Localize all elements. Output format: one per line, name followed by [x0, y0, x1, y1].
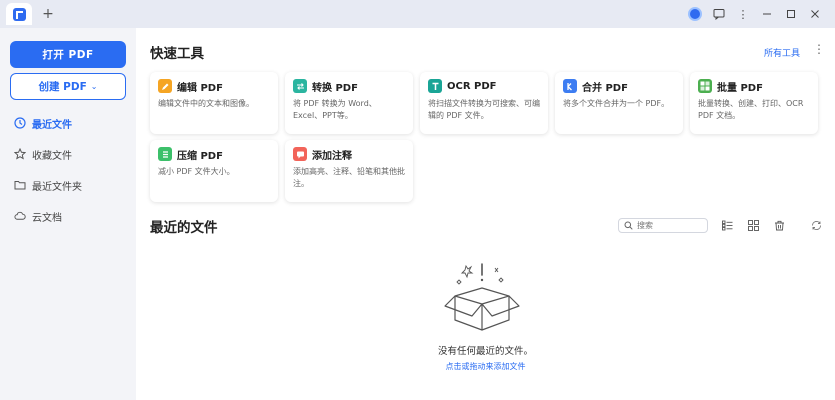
tool-description: 减小 PDF 文件大小。: [158, 167, 235, 176]
ocr-pdf-icon: [428, 79, 442, 93]
title-bar: + ⋮: [0, 0, 835, 28]
new-tab-button[interactable]: +: [39, 5, 57, 23]
tool-title: 压缩 PDF: [177, 150, 223, 162]
tool-description: 将 PDF 转换为 Word、Excel、PPT等。: [293, 99, 377, 120]
feedback-icon[interactable]: [709, 4, 729, 24]
more-options-icon[interactable]: ⋮: [733, 4, 753, 24]
search-box[interactable]: [618, 218, 708, 233]
annotate-icon: [293, 147, 307, 161]
nav-recent-files[interactable]: 最近文件: [14, 114, 72, 132]
tool-description: 批量转换、创建、打印、OCR PDF 文档。: [698, 99, 804, 120]
nav-favorite-files[interactable]: 收藏文件: [14, 145, 72, 163]
tool-title: 转换 PDF: [312, 82, 358, 94]
grid-view-icon[interactable]: [746, 218, 760, 232]
tool-description: 将扫描文件转换为可搜索、可编辑的 PDF 文件。: [428, 99, 540, 120]
tool-card-annotate[interactable]: 添加注释 添加高亮、注释、铅笔和其他批注。: [285, 140, 413, 202]
chevron-down-icon: ⌄: [90, 82, 98, 91]
minimize-icon[interactable]: [757, 4, 777, 24]
edit-pdf-icon: [158, 79, 172, 93]
app-logo-icon: [12, 7, 26, 21]
compress-pdf-icon: [158, 147, 172, 161]
all-tools-link[interactable]: 所有工具: [764, 46, 800, 59]
main-panel: 快速工具 所有工具 ⋮ 编辑 PDF 编辑文件中的文本和图像。 转换 PDF 将…: [136, 28, 835, 400]
nav-recent-folders-label: 最近文件夹: [32, 181, 82, 193]
batch-pdf-icon: [698, 79, 712, 93]
quick-tools-title: 快速工具: [150, 46, 204, 62]
create-pdf-button[interactable]: 创建 PDF ⌄: [10, 73, 126, 100]
window-controls: ⋮: [685, 4, 825, 24]
nav-recent-folders[interactable]: 最近文件夹: [14, 176, 82, 194]
tool-title: 批量 PDF: [717, 82, 763, 94]
tool-card-compress-pdf[interactable]: 压缩 PDF 减小 PDF 文件大小。: [150, 140, 278, 202]
cloud-icon: [14, 210, 26, 222]
tool-title: 添加注释: [312, 150, 352, 162]
search-input[interactable]: [637, 221, 697, 230]
tool-description: 编辑文件中的文本和图像。: [158, 99, 254, 108]
tool-card-edit-pdf[interactable]: 编辑 PDF 编辑文件中的文本和图像。: [150, 72, 278, 134]
refresh-icon[interactable]: [809, 218, 823, 232]
nav-favorite-files-label: 收藏文件: [32, 150, 72, 162]
tool-title: 编辑 PDF: [177, 82, 223, 94]
list-view-icon[interactable]: [720, 218, 734, 232]
nav-recent-files-label: 最近文件: [32, 119, 72, 131]
tool-description: 将多个文件合并为一个 PDF。: [563, 99, 670, 108]
convert-pdf-icon: [293, 79, 307, 93]
tool-card-merge-pdf[interactable]: 合并 PDF 将多个文件合并为一个 PDF。: [555, 72, 683, 134]
nav-cloud-docs-label: 云文档: [32, 212, 62, 224]
document-tab[interactable]: [6, 3, 32, 25]
star-icon: [14, 148, 26, 160]
tool-description: 添加高亮、注释、铅笔和其他批注。: [293, 167, 405, 188]
tool-title: 合并 PDF: [582, 82, 628, 94]
sidebar: 打开 PDF 创建 PDF ⌄ 最近文件 收藏文件 最近文件夹 云文档: [0, 28, 136, 400]
tool-card-batch-pdf[interactable]: 批量 PDF 批量转换、创建、打印、OCR PDF 文档。: [690, 72, 818, 134]
close-icon[interactable]: [805, 4, 825, 24]
tool-card-convert-pdf[interactable]: 转换 PDF 将 PDF 转换为 Word、Excel、PPT等。: [285, 72, 413, 134]
clock-icon: [14, 117, 26, 129]
tool-title: OCR PDF: [447, 80, 497, 92]
tool-card-ocr-pdf[interactable]: OCR PDF 将扫描文件转换为可搜索、可编辑的 PDF 文件。: [420, 72, 548, 134]
clear-history-icon[interactable]: [772, 218, 786, 232]
account-badge-icon[interactable]: [685, 4, 705, 24]
nav-cloud-docs[interactable]: 云文档: [14, 207, 62, 225]
create-pdf-label: 创建 PDF: [38, 81, 87, 93]
open-pdf-button[interactable]: 打开 PDF: [10, 41, 126, 68]
recent-files-title: 最近的文件: [150, 220, 218, 236]
search-icon: [624, 221, 633, 230]
empty-box-illustration: [444, 263, 520, 331]
add-files-link[interactable]: 点击或拖动来添加文件: [136, 361, 835, 372]
merge-pdf-icon: [563, 79, 577, 93]
more-options-icon[interactable]: ⋮: [813, 42, 825, 56]
empty-state-title: 没有任何最近的文件。: [437, 346, 533, 357]
folder-icon: [14, 179, 26, 191]
maximize-icon[interactable]: [781, 4, 801, 24]
